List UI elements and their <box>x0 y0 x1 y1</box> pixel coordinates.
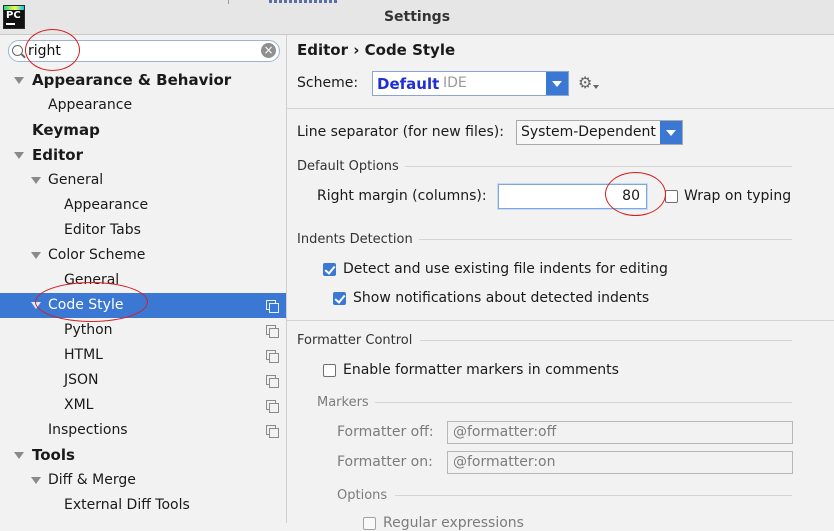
settings-content: Editor › Code Style Scheme: Default IDE … <box>287 35 834 531</box>
tree-item-label: HTML <box>64 347 103 363</box>
line-separator-label: Line separator (for new files): <box>297 124 504 140</box>
background-window-text <box>269 0 339 3</box>
divider <box>287 108 834 109</box>
divider <box>405 166 792 167</box>
tree-item-keymap[interactable]: Keymap <box>0 118 286 143</box>
tree-item-python[interactable]: Python <box>0 318 286 343</box>
project-settings-icon <box>266 425 279 438</box>
tree-item-editor-tabs[interactable]: Editor Tabs <box>0 218 286 243</box>
formatter-off-input[interactable]: @formatter:off <box>447 421 793 444</box>
chevron-down-icon[interactable] <box>14 452 24 459</box>
tree-item-html[interactable]: HTML <box>0 343 286 368</box>
tree-item-label: Appearance <box>64 197 149 213</box>
scheme-tag: IDE <box>443 75 467 91</box>
formatter-on-value: @formatter:on <box>453 454 556 470</box>
project-settings-icon <box>266 375 279 388</box>
divider <box>375 402 792 403</box>
settings-sidebar: × Appearance & Behavior Appearance Keyma… <box>0 35 287 523</box>
tree-item-external-diff-tools[interactable]: External Diff Tools <box>0 493 286 518</box>
chevron-down-icon[interactable] <box>31 177 41 184</box>
detect-indents-checkbox[interactable] <box>323 263 336 276</box>
wrap-on-typing-label[interactable]: Wrap on typing <box>684 188 791 204</box>
scheme-value: Default <box>377 75 440 93</box>
tree-item-color-scheme[interactable]: Color Scheme <box>0 243 286 268</box>
annotation-circle-code-style <box>35 282 148 322</box>
line-separator-select[interactable]: System-Dependent <box>516 120 683 145</box>
tree-item-label: Diff & Merge <box>48 472 136 488</box>
project-settings-icon <box>266 350 279 363</box>
caret-down-icon[interactable] <box>593 85 599 89</box>
chevron-down-icon[interactable] <box>660 121 682 144</box>
annotation-circle-right-margin <box>605 172 666 216</box>
window-title: Settings <box>383 9 451 25</box>
tree-item-label: Appearance & Behavior <box>32 71 232 89</box>
tree-item-appearance-behavior[interactable]: Appearance & Behavior <box>0 68 286 93</box>
right-margin-label: Right margin (columns): <box>317 188 487 204</box>
formatter-on-label: Formatter on: <box>337 454 433 470</box>
tree-item-general-appearance[interactable]: Appearance <box>0 193 286 218</box>
tree-item-color-scheme-general[interactable]: General <box>0 268 286 293</box>
section-formatter-control: Formatter Control <box>297 333 413 348</box>
tree-item-label: Appearance <box>48 97 133 113</box>
tree-item-label: Editor <box>32 146 83 164</box>
section-markers: Markers <box>317 395 369 410</box>
tree-item-label: Tools <box>32 446 75 464</box>
formatter-off-value: @formatter:off <box>453 424 557 440</box>
regular-expressions-label[interactable]: Regular expressions <box>383 515 524 531</box>
chevron-down-icon[interactable] <box>14 152 24 159</box>
annotation-circle-search <box>25 29 80 71</box>
tree-item-editor[interactable]: Editor <box>0 143 286 168</box>
scheme-select[interactable]: Default IDE <box>372 71 569 96</box>
tree-item-diff-merge[interactable]: Diff & Merge <box>0 468 286 493</box>
tree-item-label: XML <box>64 397 94 413</box>
chevron-down-icon[interactable] <box>546 72 568 95</box>
regular-expressions-checkbox[interactable] <box>363 517 376 530</box>
search-icon <box>12 45 23 56</box>
tree-item-inspections[interactable]: Inspections <box>0 418 286 443</box>
show-notifications-checkbox[interactable] <box>333 292 346 305</box>
tree-item-label: Inspections <box>48 422 128 438</box>
chevron-down-icon[interactable] <box>31 252 41 259</box>
project-settings-icon <box>266 300 279 313</box>
tree-item-xml[interactable]: XML <box>0 393 286 418</box>
background-window-edge <box>228 0 349 4</box>
divider <box>419 239 792 240</box>
detect-indents-label[interactable]: Detect and use existing file indents for… <box>343 261 668 277</box>
tree-item-label: Keymap <box>32 121 100 139</box>
title-bar: PC Settings <box>0 0 834 35</box>
divider <box>420 340 792 341</box>
tree-item-label: External Diff Tools <box>64 497 190 513</box>
tree-item-label: Editor Tabs <box>64 222 141 238</box>
gear-icon[interactable]: ⚙ <box>578 73 592 92</box>
divider <box>287 320 834 321</box>
divider <box>395 495 792 496</box>
tree-item-general[interactable]: General <box>0 168 286 193</box>
chevron-down-icon[interactable] <box>31 477 41 484</box>
tree-item-tools[interactable]: Tools <box>0 443 286 468</box>
line-separator-value: System-Dependent <box>521 124 656 140</box>
tree-item-label: General <box>48 172 104 188</box>
clear-search-icon[interactable]: × <box>261 43 276 58</box>
chevron-down-icon[interactable] <box>14 77 24 84</box>
show-notifications-label[interactable]: Show notifications about detected indent… <box>353 290 649 306</box>
formatter-on-input[interactable]: @formatter:on <box>447 451 793 474</box>
enable-formatter-markers-label[interactable]: Enable formatter markers in comments <box>343 362 619 378</box>
scheme-label: Scheme: <box>297 75 359 91</box>
formatter-off-label: Formatter off: <box>337 424 434 440</box>
enable-formatter-markers-checkbox[interactable] <box>323 364 336 377</box>
tree-item-label: Color Scheme <box>48 247 146 263</box>
breadcrumb: Editor › Code Style <box>297 41 456 59</box>
section-options: Options <box>337 488 388 503</box>
tree-item-label: JSON <box>64 372 99 388</box>
tree-item-json[interactable]: JSON <box>0 368 286 393</box>
tree-item-appearance[interactable]: Appearance <box>0 93 286 118</box>
section-default-options: Default Options <box>297 159 399 174</box>
section-indents-detection: Indents Detection <box>297 232 413 247</box>
project-settings-icon <box>266 400 279 413</box>
wrap-on-typing-checkbox[interactable] <box>665 190 678 203</box>
project-settings-icon <box>266 325 279 338</box>
